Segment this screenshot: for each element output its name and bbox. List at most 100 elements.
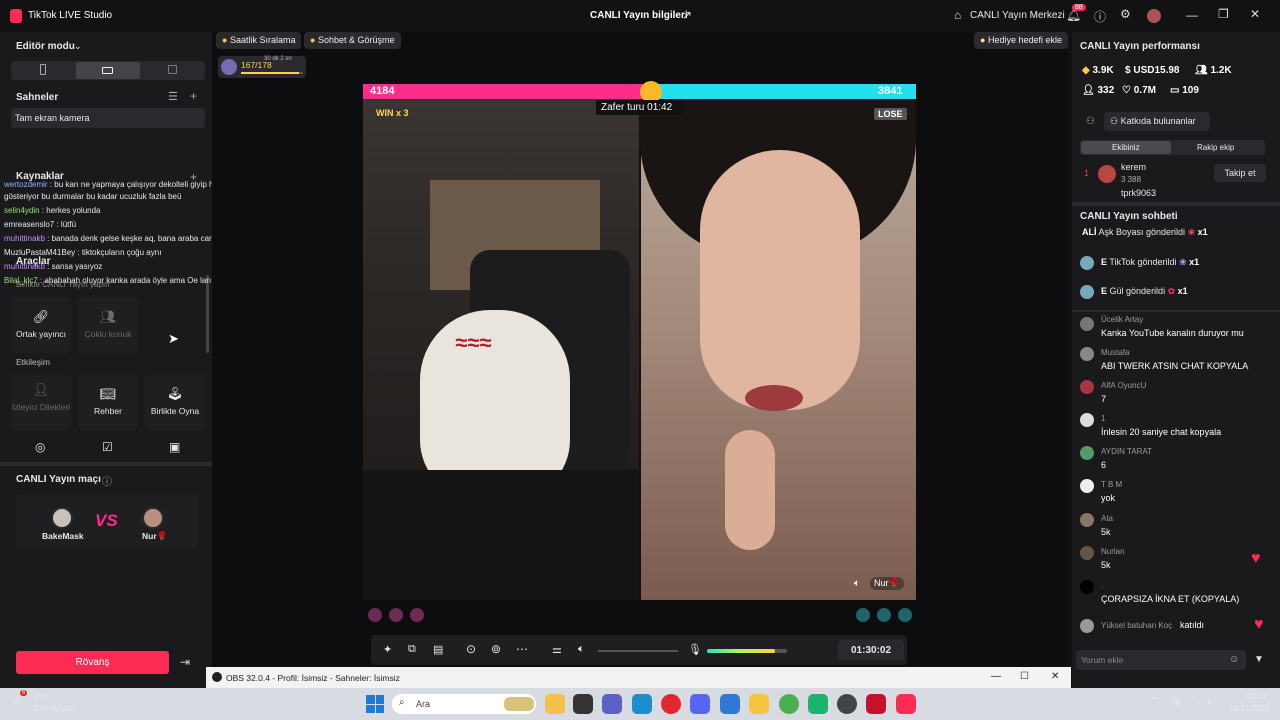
tab-ours-label: Ekibiniz bbox=[1112, 143, 1140, 152]
camera-switch-icon[interactable]: ⊚ bbox=[491, 642, 501, 656]
hourly-ranking-chip[interactable]: ● Saatlik Sıralama bbox=[216, 32, 302, 49]
bulb-icon: ● bbox=[980, 35, 986, 45]
tab-theirs[interactable]: Rakip ekip bbox=[1197, 143, 1234, 152]
volume-tray-icon[interactable]: 🔈︎ bbox=[1207, 696, 1213, 707]
multi-guest-tile[interactable]: 👥︎ Çoklu konuk bbox=[78, 297, 138, 353]
chat-avatar bbox=[1080, 580, 1094, 594]
checklist-icon[interactable]: ☑ bbox=[102, 440, 113, 454]
clock-time[interactable]: 00:17 bbox=[1247, 692, 1267, 701]
clock-date[interactable]: 10.01.2026 bbox=[1229, 704, 1269, 713]
performance-title: CANLI Yayın performansı bbox=[1080, 41, 1200, 52]
diamond-icon: ◆ bbox=[1082, 65, 1090, 76]
record-icon[interactable]: ⊙ bbox=[466, 642, 476, 656]
layout-icon[interactable]: ▤ bbox=[433, 643, 443, 656]
share-icon[interactable]: ↗ bbox=[682, 8, 692, 22]
chrome-alt-icon[interactable] bbox=[779, 694, 799, 714]
media-icon[interactable] bbox=[866, 694, 886, 714]
viewer-wishes-tile[interactable]: 👤︎ İzleyici Dilekleri bbox=[11, 374, 71, 430]
obs-minimize-icon[interactable]: — bbox=[991, 671, 1001, 682]
rank1-name: kerem bbox=[1121, 162, 1147, 172]
weather-icon[interactable]: ⛅︎ bbox=[12, 696, 22, 711]
player-left-name: BakeMask bbox=[42, 531, 84, 541]
chat-title: CANLI Yayın sohbeti bbox=[1080, 211, 1178, 222]
box-icon[interactable]: ▣ bbox=[169, 440, 180, 454]
chat-icon: ▭ bbox=[1170, 85, 1180, 96]
teams-icon[interactable] bbox=[602, 694, 622, 714]
capcut-icon[interactable] bbox=[808, 694, 828, 714]
windows-start-icon[interactable] bbox=[366, 695, 384, 713]
heart-icon: ♥ bbox=[1251, 550, 1261, 567]
round-timer: Zafer turu 01:42 bbox=[601, 102, 673, 113]
guide-tile[interactable]: 📖︎ Rehber bbox=[78, 374, 138, 430]
tiktok-taskbar-icon[interactable] bbox=[896, 694, 916, 714]
chrome-icon[interactable] bbox=[545, 694, 565, 714]
edge-icon[interactable] bbox=[632, 694, 652, 714]
maximize-icon[interactable]: ❐ bbox=[1218, 7, 1229, 21]
microphone-icon[interactable]: 🎙︎ bbox=[688, 643, 702, 656]
obs-taskbar-icon[interactable] bbox=[837, 694, 857, 714]
chat-avatar bbox=[1080, 347, 1094, 361]
close-icon[interactable]: ✕ bbox=[1250, 7, 1260, 21]
elapsed-time: 01:30:02 bbox=[851, 645, 892, 656]
gift-avatar bbox=[1080, 256, 1094, 270]
exit-icon[interactable]: ⇥ bbox=[180, 655, 190, 669]
editor-mode-dropdown[interactable]: Editör modu bbox=[16, 41, 75, 52]
rematch-button[interactable]: Rövanş bbox=[16, 651, 169, 674]
settings-sliders-icon[interactable]: ⚌ bbox=[552, 643, 562, 656]
help-icon[interactable]: ⓘ bbox=[102, 473, 112, 488]
stat-diamonds: ◆ 3.9K bbox=[1082, 65, 1114, 76]
app-title: TikTok LIVE Studio bbox=[28, 10, 113, 21]
discord-icon[interactable] bbox=[690, 694, 710, 714]
live-center-button[interactable]: CANLI Yayın Merkezi bbox=[970, 10, 1065, 21]
minimize-icon[interactable]: — bbox=[1186, 8, 1198, 22]
target-icon[interactable]: ◎ bbox=[35, 440, 45, 454]
gift-goal-button[interactable]: ● Hediye hedefi ekle bbox=[974, 32, 1069, 49]
speaker-icon[interactable]: 🔈︎ bbox=[854, 578, 860, 589]
volume-slider[interactable] bbox=[598, 650, 678, 652]
follow-button[interactable]: Takip et bbox=[1214, 164, 1266, 182]
opera-icon[interactable] bbox=[661, 694, 681, 714]
start-tile bbox=[375, 695, 384, 704]
chat-user: Ücelik Artay bbox=[1101, 315, 1144, 324]
filter-icon[interactable]: ▼ bbox=[1254, 654, 1264, 665]
chat-call-chip[interactable]: ● Sohbet & Görüşme bbox=[304, 32, 401, 49]
supporter-right-3 bbox=[898, 608, 912, 622]
gear-icon[interactable]: ⚙ bbox=[1120, 7, 1131, 21]
more-icon[interactable]: ⋯ bbox=[516, 642, 528, 656]
stat-followers: 👤︎ 332 bbox=[1082, 85, 1115, 96]
notification-badge: 88 bbox=[1072, 4, 1086, 11]
overlay-chat-line: MuzluPastaM41Bey : tiktokçuların çoğu ay… bbox=[4, 248, 162, 257]
search-label: Ara bbox=[416, 699, 431, 709]
landscape-icon[interactable] bbox=[102, 67, 113, 74]
folder-icon[interactable] bbox=[749, 694, 769, 714]
overlay-chat-line: gösteriyor bu durmalar bu kadar ucuzluk … bbox=[4, 192, 182, 201]
co-host-tile[interactable]: 🔗︎ Ortak yayıncı bbox=[11, 297, 71, 353]
mic-level-fill bbox=[707, 649, 775, 653]
help-icon[interactable]: ⓘ bbox=[1094, 8, 1106, 25]
avatar[interactable] bbox=[1147, 9, 1161, 23]
chat-user: T B M bbox=[1101, 480, 1123, 489]
supporter-right-2 bbox=[877, 608, 891, 622]
obs-title: OBS 32.0.4 - Profil: İsimsiz - Sahneler:… bbox=[226, 673, 400, 683]
tray-mic-icon[interactable]: 🎙︎ bbox=[1170, 696, 1183, 707]
live-info-button[interactable]: CANLI Yayın bilgileri bbox=[590, 10, 688, 21]
user-search-icon[interactable]: ⚇ bbox=[1086, 116, 1095, 127]
obs-maximize-icon[interactable]: ☐ bbox=[1020, 671, 1029, 682]
screen-add-icon[interactable]: ⧉ bbox=[408, 643, 416, 656]
tray-chevron-icon[interactable]: ⌃ bbox=[1150, 696, 1158, 707]
portrait-icon[interactable] bbox=[40, 64, 46, 75]
add-scene-icon[interactable]: + bbox=[190, 89, 197, 103]
emoji-button-icon[interactable]: ☺ bbox=[1229, 654, 1239, 665]
obs-close-icon[interactable]: ✕ bbox=[1051, 671, 1059, 682]
left-scrollbar[interactable] bbox=[206, 275, 209, 353]
magic-wand-icon[interactable]: ✦ bbox=[383, 643, 392, 656]
volume-icon[interactable]: 🔈︎ bbox=[578, 643, 585, 656]
search-highlight-icon bbox=[504, 697, 534, 711]
list-icon[interactable]: ☰ bbox=[168, 90, 178, 103]
play-together-tile[interactable]: 🕹︎ Birlikte Oyna bbox=[145, 374, 205, 430]
task-view-icon[interactable] bbox=[573, 694, 593, 714]
wifi-icon[interactable]: ◠ bbox=[1189, 696, 1198, 707]
divider bbox=[1072, 202, 1280, 206]
custom-layout-icon[interactable] bbox=[168, 65, 177, 74]
mail-icon[interactable] bbox=[720, 694, 740, 714]
